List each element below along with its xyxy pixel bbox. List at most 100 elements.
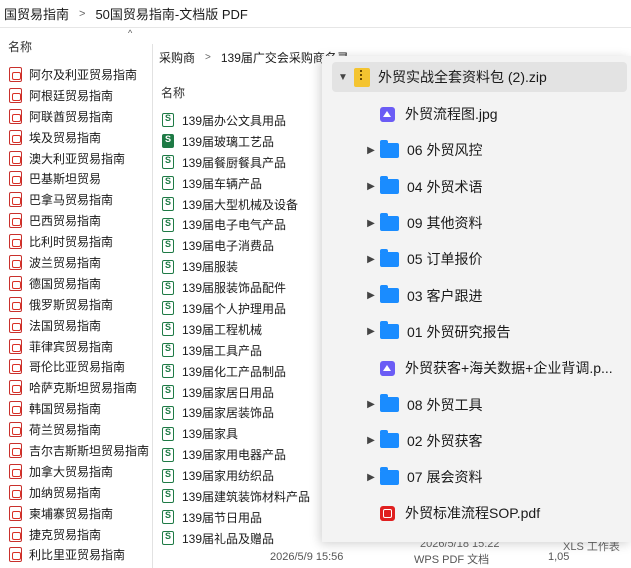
list-item[interactable]: 外贸获客+海关数据+企业背调.p... [322,350,631,386]
list-item[interactable]: 139届家居日用品 [153,382,328,403]
list-item[interactable]: 澳大利亚贸易指南 [0,148,158,169]
list-item[interactable]: 139届家用电器产品 [153,444,328,465]
file-name: 埃及贸易指南 [29,130,102,145]
list-item[interactable]: 139届服装饰品配件 [153,277,328,298]
item-label: 07 展会资料 [407,469,483,486]
column-header-name[interactable]: 名称 [8,38,32,55]
list-item[interactable]: 139届电子消费品 [153,235,328,256]
list-item[interactable]: 139届建筑装饰材料产品 [153,486,328,507]
list-item[interactable]: ▶ 04 外贸术语 [322,169,631,205]
pdf-file-icon [9,338,22,354]
chevron-right-icon[interactable]: ▶ [362,435,380,446]
list-item[interactable]: 捷克贸易指南 [0,524,158,545]
list-item[interactable]: 139届礼品及赠品 [153,528,328,549]
list-item[interactable]: 波兰贸易指南 [0,252,158,273]
chevron-right-icon[interactable]: ▶ [362,326,380,337]
list-item[interactable]: 139届服装 [153,256,328,277]
list-item[interactable]: 法国贸易指南 [0,315,158,336]
list-item[interactable]: 139届家居装饰品 [153,402,328,423]
file-name: 139届家用纺织品 [182,469,275,484]
breadcrumb-item[interactable]: 50国贸易指南-文档版 PDF [91,4,251,23]
list-item[interactable]: ▶ 08 外贸工具 [322,386,631,422]
list-item[interactable]: ▶ 01 外贸研究报告 [322,314,631,350]
chevron-right-icon[interactable]: ▶ [362,290,380,301]
list-item[interactable]: 比利时贸易指南 [0,231,158,252]
file-name: 哥伦比亚贸易指南 [29,360,126,375]
list-item[interactable]: 加拿大贸易指南 [0,461,158,482]
pdf-file-icon [9,401,22,417]
file-name: 阿尔及利亚贸易指南 [29,67,138,82]
file-type: WPS PDF 文档 [414,554,490,566]
file-name: 韩国贸易指南 [29,402,102,417]
list-item[interactable]: 139届车辆产品 [153,173,328,194]
breadcrumb: 国贸易指南 > 50国贸易指南-文档版 PDF [0,0,631,28]
pdf-file-icon [9,505,22,521]
list-item[interactable]: 139届工程机械 [153,319,328,340]
list-item[interactable]: 韩国贸易指南 [0,398,158,419]
list-item[interactable]: 139届家具 [153,423,328,444]
archive-row[interactable]: ▼ 外贸实战全套资料包 (2).zip [332,62,627,92]
pdf-file-icon [9,150,22,166]
list-item[interactable]: 139届工具产品 [153,340,328,361]
list-item[interactable]: ▶ 05 订单报价 [322,241,631,277]
chevron-down-icon[interactable]: ▼ [332,72,354,83]
list-item[interactable]: 吉尔吉斯斯坦贸易指南 [0,440,158,461]
list-item[interactable]: 阿联酋贸易指南 [0,106,158,127]
list-item[interactable]: 139届电子电气产品 [153,214,328,235]
list-item[interactable]: 阿尔及利亚贸易指南 [0,64,158,85]
list-item[interactable]: ▶ 09 其他资料 [322,205,631,241]
list-item[interactable]: 139届节日用品 [153,507,328,528]
pdf-file-icon [9,66,22,82]
pdf-file-icon [9,87,22,103]
chevron-right-icon[interactable]: ▶ [362,181,380,192]
spreadsheet-file-icon [162,238,174,253]
chevron-right-icon[interactable]: ▶ [362,472,380,483]
list-item[interactable]: 139届餐厨餐具产品 [153,152,328,173]
list-item[interactable]: ▶ 07 展会资料 [322,459,631,495]
list-item[interactable]: 139届办公文具用品 [153,110,328,131]
list-item[interactable]: 139届家用纺织品 [153,465,328,486]
spreadsheet-file-icon [162,426,174,441]
file-name: 柬埔寨贸易指南 [29,506,114,521]
chevron-right-icon[interactable]: ▶ [362,254,380,265]
pdf-file-icon [9,192,22,208]
list-item[interactable]: 139届化工产品制品 [153,361,328,382]
list-item[interactable]: 利比里亚贸易指南 [0,544,158,565]
list-item[interactable]: 巴拿马贸易指南 [0,189,158,210]
chevron-right-icon[interactable]: ▶ [362,399,380,410]
list-item[interactable]: ▶ 02 外贸获客 [322,423,631,459]
list-item[interactable]: 阿根廷贸易指南 [0,85,158,106]
list-item[interactable]: 哈萨克斯坦贸易指南 [0,377,158,398]
file-name: 法国贸易指南 [29,318,102,333]
file-name: 加拿大贸易指南 [29,464,114,479]
list-item[interactable]: 巴西贸易指南 [0,210,158,231]
item-label: 外贸流程图.jpg [405,106,498,123]
list-item[interactable]: 加纳贸易指南 [0,482,158,503]
list-item[interactable]: 巴基斯坦贸易 [0,168,158,189]
list-item[interactable]: 外贸流程图.jpg [322,96,631,132]
list-item[interactable]: 外贸标准流程SOP.pdf [322,495,631,531]
pdf-file-icon [9,526,22,542]
file-name: 139届电子消费品 [182,239,275,254]
list-item[interactable]: 俄罗斯贸易指南 [0,294,158,315]
list-item[interactable]: 139届玻璃工艺品 [153,131,328,152]
list-item[interactable]: 埃及贸易指南 [0,127,158,148]
list-item[interactable]: 菲律宾贸易指南 [0,336,158,357]
list-item[interactable]: 柬埔寨贸易指南 [0,503,158,524]
list-item[interactable]: 139届大型机械及设备 [153,194,328,215]
file-name: 荷兰贸易指南 [29,423,102,438]
list-item[interactable]: 哥伦比亚贸易指南 [0,356,158,377]
pdf-file-icon [9,484,22,500]
column-header-name[interactable]: 名称 [161,84,185,101]
list-item[interactable]: 139届个人护理用品 [153,298,328,319]
breadcrumb-item[interactable]: 国贸易指南 [0,4,73,23]
pdf-file-icon [9,234,22,250]
breadcrumb-item[interactable]: 采购商 [153,49,201,66]
list-item[interactable]: 荷兰贸易指南 [0,419,158,440]
list-item[interactable]: ▶ 06 外贸风控 [322,132,631,168]
list-item[interactable]: ▶ 03 客户跟进 [322,277,631,313]
list-item[interactable]: 德国贸易指南 [0,273,158,294]
item-label: 05 订单报价 [407,251,483,268]
chevron-right-icon[interactable]: ▶ [362,145,380,156]
chevron-right-icon[interactable]: ▶ [362,218,380,229]
